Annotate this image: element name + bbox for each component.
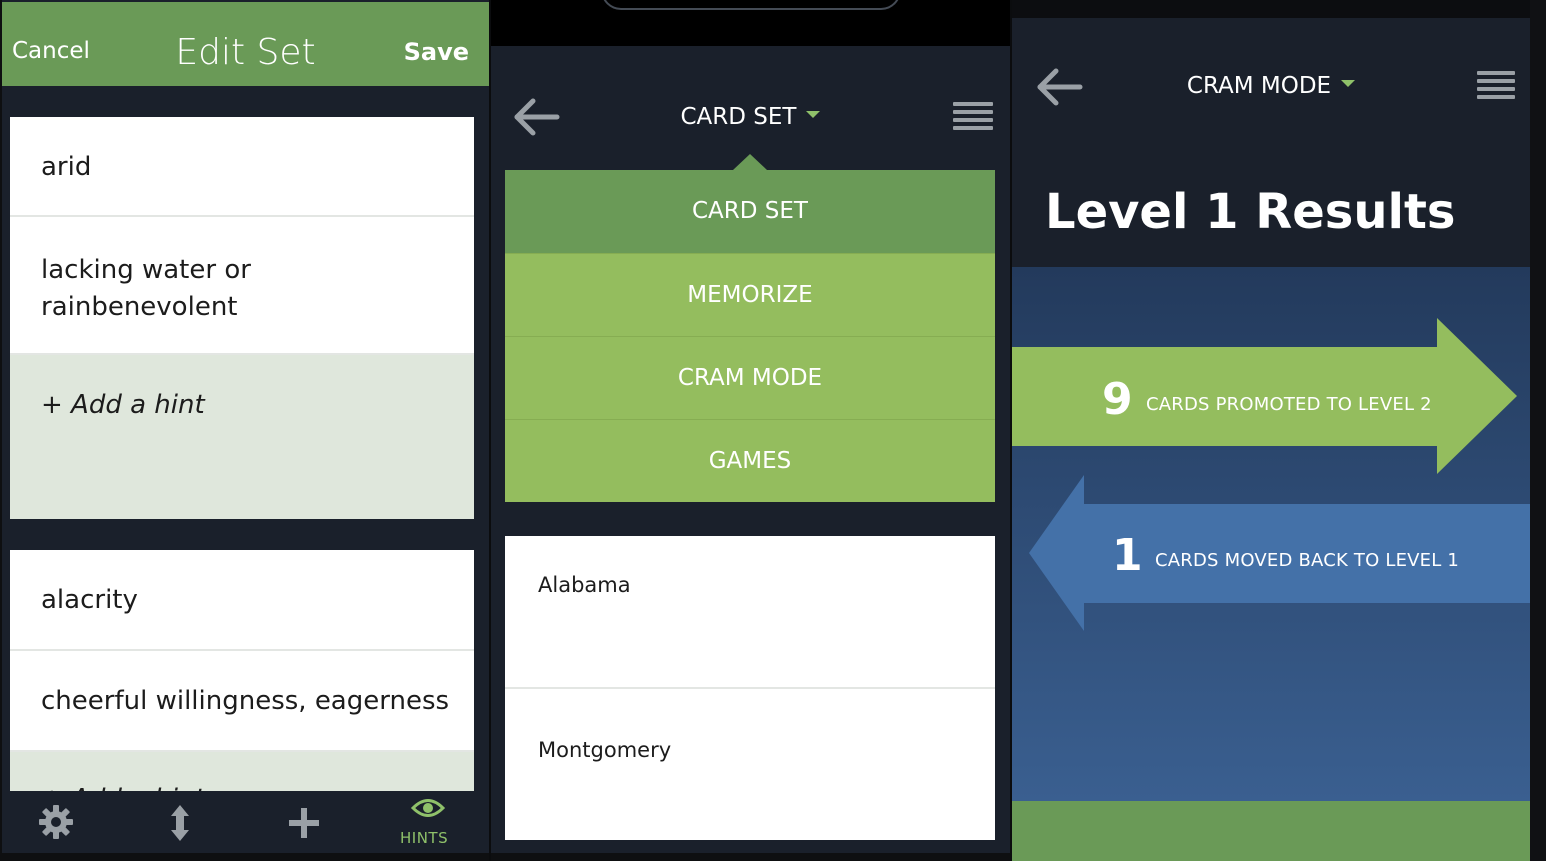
menu-item-memorize[interactable]: MEMORIZE (505, 253, 995, 336)
definition-text: cheerful willingness, eagerness (41, 686, 450, 716)
dropdown-pointer (733, 154, 767, 170)
menu-item-cram-mode[interactable]: CRAM MODE (505, 336, 995, 419)
card-set-screen: CARD SET CARD SET MEMORIZE CRAM MODE GAM… (491, 0, 1010, 853)
card-back-text: Montgomery (538, 738, 672, 762)
status-strip (1012, 0, 1530, 18)
mode-dropdown[interactable]: CARD SET (491, 104, 1010, 130)
moved-back-text: CARDS MOVED BACK TO LEVEL 1 (1155, 550, 1460, 571)
definition-field[interactable]: lacking water or rainbenevolent (10, 217, 474, 355)
gear-icon[interactable] (36, 803, 76, 843)
mode-dropdown-label: CRAM MODE (1186, 73, 1332, 99)
edit-set-toolbar: HINTS (2, 791, 489, 853)
save-button[interactable]: Save (404, 38, 469, 66)
add-hint-label: + Add a hint (41, 390, 205, 420)
mode-dropdown-menu: CARD SET MEMORIZE CRAM MODE GAMES (505, 154, 995, 502)
card-list: Alabama Montgomery (505, 536, 995, 840)
chevron-down-icon (1341, 80, 1356, 87)
cram-mode-screen: CRAM MODE Level 1 Results 9 CARDS PROMOT… (1012, 0, 1530, 861)
chevron-down-icon (806, 111, 821, 118)
continue-bar[interactable] (1012, 801, 1530, 861)
definition-line: lacking water or (41, 255, 251, 285)
promoted-text: CARDS PROMOTED TO LEVEL 2 (1146, 394, 1432, 415)
mode-dropdown[interactable]: CRAM MODE (1012, 73, 1530, 99)
edit-set-screen: Cancel Edit Set Save arid lacking water … (2, 0, 489, 853)
card-front-text: Alabama (538, 573, 631, 597)
card-editor: arid lacking water or rainbenevolent + A… (10, 117, 474, 519)
definition-field[interactable]: cheerful willingness, eagerness (10, 651, 474, 752)
term-text: alacrity (41, 585, 138, 615)
definition-text: lacking water or rainbenevolent (41, 252, 251, 326)
term-field[interactable]: alacrity (10, 550, 474, 651)
card-editor: alacrity cheerful willingness, eagerness… (10, 550, 474, 832)
hamburger-menu-icon[interactable] (953, 100, 993, 138)
menu-item-card-set[interactable]: CARD SET (505, 170, 995, 253)
term-field[interactable]: arid (10, 117, 474, 217)
reorder-icon[interactable] (160, 803, 200, 843)
device-notch (601, 0, 901, 10)
card-back[interactable]: Montgomery (505, 689, 995, 840)
definition-line: rainbenevolent (41, 292, 238, 322)
mode-dropdown-label: CARD SET (680, 104, 797, 130)
term-text: arid (41, 152, 92, 182)
card-front[interactable]: Alabama (505, 536, 995, 689)
moved-back-count: 1 (1112, 530, 1143, 581)
promoted-count: 9 (1102, 374, 1133, 425)
hints-toggle-label[interactable]: HINTS (400, 829, 448, 847)
add-hint-field[interactable]: + Add a hint (10, 355, 474, 519)
edit-set-header: Cancel Edit Set Save (2, 2, 489, 86)
results-title: Level 1 Results (1045, 184, 1456, 240)
frame-edge (1530, 0, 1546, 861)
hamburger-menu-icon[interactable] (1477, 69, 1515, 107)
menu-item-games[interactable]: GAMES (505, 419, 995, 502)
plus-icon[interactable] (284, 803, 324, 843)
